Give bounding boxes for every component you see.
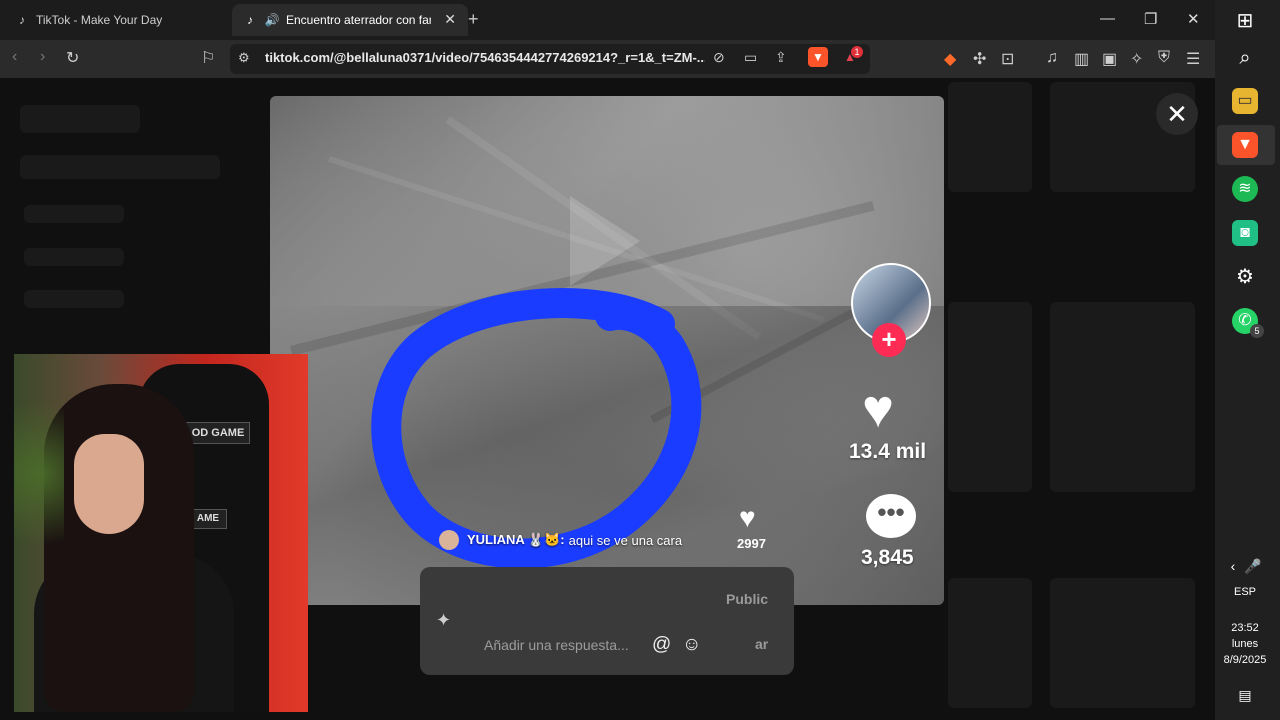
clock-time[interactable]: 23:52	[1218, 622, 1272, 634]
mute-icon[interactable]: ⊘	[713, 49, 725, 66]
wallet-icon[interactable]: ▣	[1102, 49, 1117, 69]
sparkle-icon[interactable]: ✦	[436, 610, 451, 631]
streamer-webcam: OD GAME AME	[14, 354, 308, 712]
ghost-thumb	[948, 302, 1032, 492]
url-text[interactable]: tiktok.com/@bellaluna0371/video/75463544…	[265, 50, 705, 65]
mention-icon[interactable]: @	[652, 634, 671, 656]
spotify-icon[interactable]: ≋	[1232, 176, 1258, 202]
comment-count: 3,845	[861, 546, 914, 569]
close-video-button[interactable]: ✕	[1156, 93, 1198, 135]
ghost-logo	[20, 105, 140, 133]
commenter-avatar	[439, 530, 459, 550]
person-hair	[44, 384, 194, 712]
ghost-thumb	[948, 82, 1032, 192]
media-icon[interactable]: ♫	[1046, 49, 1058, 67]
comment-like-heart-icon[interactable]: ♥	[739, 502, 756, 534]
ghost-thumb	[1050, 578, 1195, 708]
visibility-label[interactable]: Public	[726, 591, 768, 607]
person-face	[74, 434, 144, 534]
ghost-nav	[24, 205, 124, 223]
comment-text: aqui se ve una cara	[568, 532, 683, 548]
extensions-icon[interactable]: ✣	[973, 49, 986, 69]
restore-icon[interactable]: ❐	[1144, 10, 1157, 28]
windows-start-icon[interactable]: ⊞	[1232, 8, 1258, 34]
ghost-nav	[24, 248, 124, 266]
tab-title: Encuentro aterrador con fantasma	[286, 13, 431, 27]
like-count: 13.4 mil	[849, 440, 927, 463]
brave-shields-icon[interactable]: ▼	[808, 47, 828, 67]
chair-logo-text-2: AME	[189, 509, 227, 529]
share-icon[interactable]: ⇪	[775, 49, 787, 66]
menu-icon[interactable]: ☰	[1186, 49, 1200, 69]
bookmark-icon[interactable]: ⚐	[201, 48, 215, 68]
extension-fox-icon[interactable]: ◆	[944, 49, 956, 69]
tiktok-icon: ♪	[247, 13, 253, 27]
search-icon[interactable]: ⌕	[1232, 45, 1258, 71]
tab-video-active[interactable]: ♪ 🔊 Encuentro aterrador con fantasma ✕	[232, 4, 468, 36]
microphone-icon[interactable]: 🎤	[1240, 553, 1266, 579]
close-window-icon[interactable]: ✕	[1187, 10, 1200, 28]
new-tab-button[interactable]: +	[468, 9, 479, 30]
back-icon[interactable]: ‹	[12, 48, 17, 66]
rewards-badge: 1	[851, 46, 863, 58]
tiktok-icon: ♪	[19, 13, 25, 27]
ghost-search	[20, 155, 220, 179]
minimize-icon[interactable]: —	[1100, 10, 1115, 27]
overlay-comment: YULIANA 🐰🐱: aqui se ve una cara	[439, 530, 682, 550]
reload-icon[interactable]: ↻	[66, 48, 79, 68]
sidebar-icon[interactable]: ▥	[1074, 49, 1089, 69]
commenter-name: YULIANA 🐰🐱:	[467, 532, 565, 547]
tab-title: TikTok - Make Your Day	[36, 13, 163, 27]
emoji-icon[interactable]: ☺	[682, 634, 701, 656]
chat-app-icon[interactable]: ◙	[1232, 220, 1258, 246]
leo-ai-icon[interactable]: ✧	[1130, 49, 1143, 69]
cast-icon[interactable]: ▭	[744, 49, 757, 66]
like-heart-icon[interactable]: ♥	[862, 382, 894, 436]
ghost-thumb	[1050, 302, 1195, 492]
notifications-icon[interactable]: ▤	[1232, 682, 1258, 708]
tab-search-icon[interactable]: ⊡	[1001, 49, 1014, 69]
post-reply-button[interactable]: ar	[755, 636, 768, 652]
ghost-thumb	[948, 578, 1032, 708]
forward-icon[interactable]: ›	[40, 48, 45, 66]
blue-annotation-circle	[371, 288, 702, 569]
clock-date[interactable]: 8/9/2025	[1218, 654, 1272, 666]
tab-tiktok-home[interactable]: ♪ TikTok - Make Your Day	[8, 4, 234, 36]
vpn-icon[interactable]: ⛨	[1158, 49, 1170, 67]
speaker-icon[interactable]: 🔊	[264, 13, 280, 27]
whatsapp-badge: 5	[1250, 324, 1264, 338]
reply-input[interactable]	[482, 630, 716, 660]
site-settings-icon[interactable]: ⚙	[238, 50, 250, 66]
comment-like-count: 2997	[737, 536, 766, 551]
file-explorer-icon[interactable]: ▭	[1232, 88, 1258, 114]
settings-gear-icon[interactable]: ⚙	[1232, 264, 1258, 290]
plant	[14, 374, 64, 574]
brave-browser-icon[interactable]: ▼	[1232, 132, 1258, 158]
video-player[interactable]	[270, 96, 944, 605]
chair-logo-text: OD GAME	[186, 422, 250, 444]
language-indicator[interactable]: ESP	[1218, 586, 1272, 598]
follow-plus-icon[interactable]: +	[872, 323, 906, 357]
comment-bubble-icon[interactable]: •••	[866, 494, 916, 538]
clock-day[interactable]: lunes	[1218, 638, 1272, 650]
close-tab-icon[interactable]: ✕	[444, 11, 456, 28]
ghost-nav	[24, 290, 124, 308]
